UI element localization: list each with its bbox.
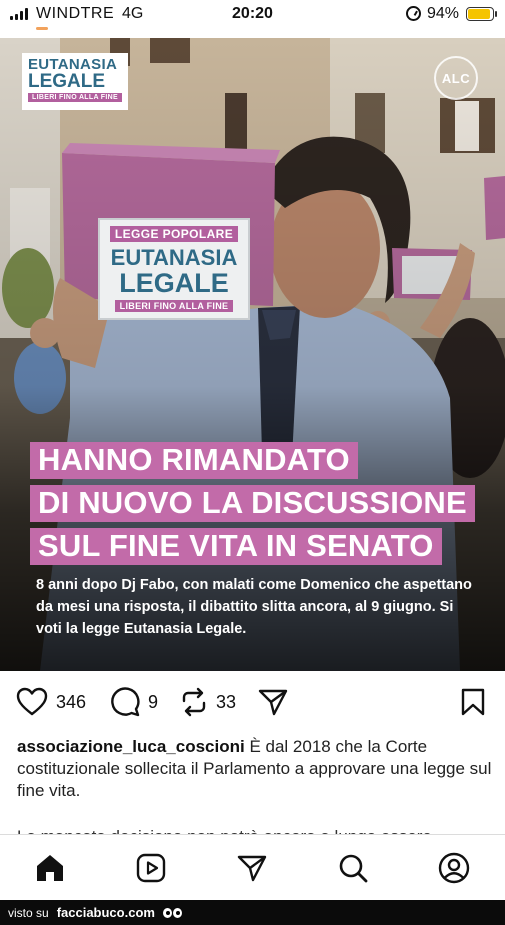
watermark-footer: visto su facciabuco.com: [0, 900, 505, 925]
nav-home[interactable]: [33, 851, 67, 885]
orientation-lock-icon: [406, 6, 421, 21]
post-headline: HANNO RIMANDATO DI NUOVO LA DISCUSSIONE …: [30, 442, 480, 571]
eutanasia-legale-logo: EUTANASIA LEGALE LIBERI FINO ALLA FINE: [22, 53, 128, 110]
profile-icon: [438, 852, 470, 884]
like-button[interactable]: 346: [16, 687, 86, 717]
home-icon: [37, 855, 63, 881]
activity-indicator: [36, 27, 48, 30]
nav-search[interactable]: [336, 851, 370, 885]
share-icon: [258, 689, 288, 716]
bottom-navigation: [0, 834, 505, 900]
watermark-site: facciabuco.com: [56, 905, 155, 920]
box-label-top: LEGGE POPOLARE: [109, 226, 239, 242]
battery-percent: 94%: [427, 5, 460, 22]
comment-count: 9: [148, 691, 159, 712]
campaign-box-label: LEGGE POPOLARE EUTANASIA LEGALE LIBERI F…: [98, 218, 250, 320]
bookmark-icon: [461, 688, 485, 716]
repost-button[interactable]: 33: [180, 687, 236, 717]
post-subtext: 8 anni dopo Dj Fabo, con malati come Dom…: [36, 577, 472, 637]
post-caption: associazione_luca_coscioni È dal 2018 ch…: [17, 736, 492, 802]
send-icon: [237, 855, 267, 882]
search-icon: [339, 854, 368, 883]
eyes-icon: [162, 907, 182, 918]
reels-icon: [136, 853, 166, 883]
box-label-bottom: LIBERI FINO ALLA FINE: [114, 300, 234, 312]
save-button[interactable]: [460, 687, 486, 717]
like-count: 346: [56, 691, 87, 712]
headline-line: HANNO RIMANDATO: [30, 442, 358, 479]
caption-username[interactable]: associazione_luca_coscioni: [17, 737, 245, 756]
watermark-prefix: visto su: [8, 905, 49, 920]
headline-line: DI NUOVO LA DISCUSSIONE: [30, 485, 475, 522]
nav-profile[interactable]: [437, 851, 471, 885]
headline-line: SUL FINE VITA IN SENATO: [30, 528, 442, 565]
repost-icon: [182, 687, 206, 717]
share-button[interactable]: [258, 687, 288, 717]
comment-button[interactable]: 9: [110, 687, 158, 717]
post-image[interactable]: EUTANASIA LEGALE LIBERI FINO ALLA FINE A…: [0, 38, 505, 671]
nav-reels[interactable]: [134, 851, 168, 885]
logo-line-2: LEGALE: [28, 71, 106, 92]
alc-badge: ALC: [434, 56, 478, 100]
status-bar: WINDTRE 4G 20:20 94%: [0, 0, 505, 30]
box-label-line2: LEGALE: [119, 268, 229, 298]
battery-icon: [466, 7, 497, 21]
comment-icon: [111, 687, 140, 717]
instagram-post-screen: WINDTRE 4G 20:20 94% EUTANASIA LEGALE LI…: [0, 0, 505, 925]
post-action-bar: 346 9 33: [0, 671, 505, 733]
nav-direct[interactable]: [235, 851, 269, 885]
heart-icon: [16, 687, 48, 716]
logo-tagline: LIBERI FINO ALLA FINE: [28, 93, 122, 102]
repost-count: 33: [216, 691, 237, 712]
box-label-line1: EUTANASIA: [110, 245, 238, 270]
